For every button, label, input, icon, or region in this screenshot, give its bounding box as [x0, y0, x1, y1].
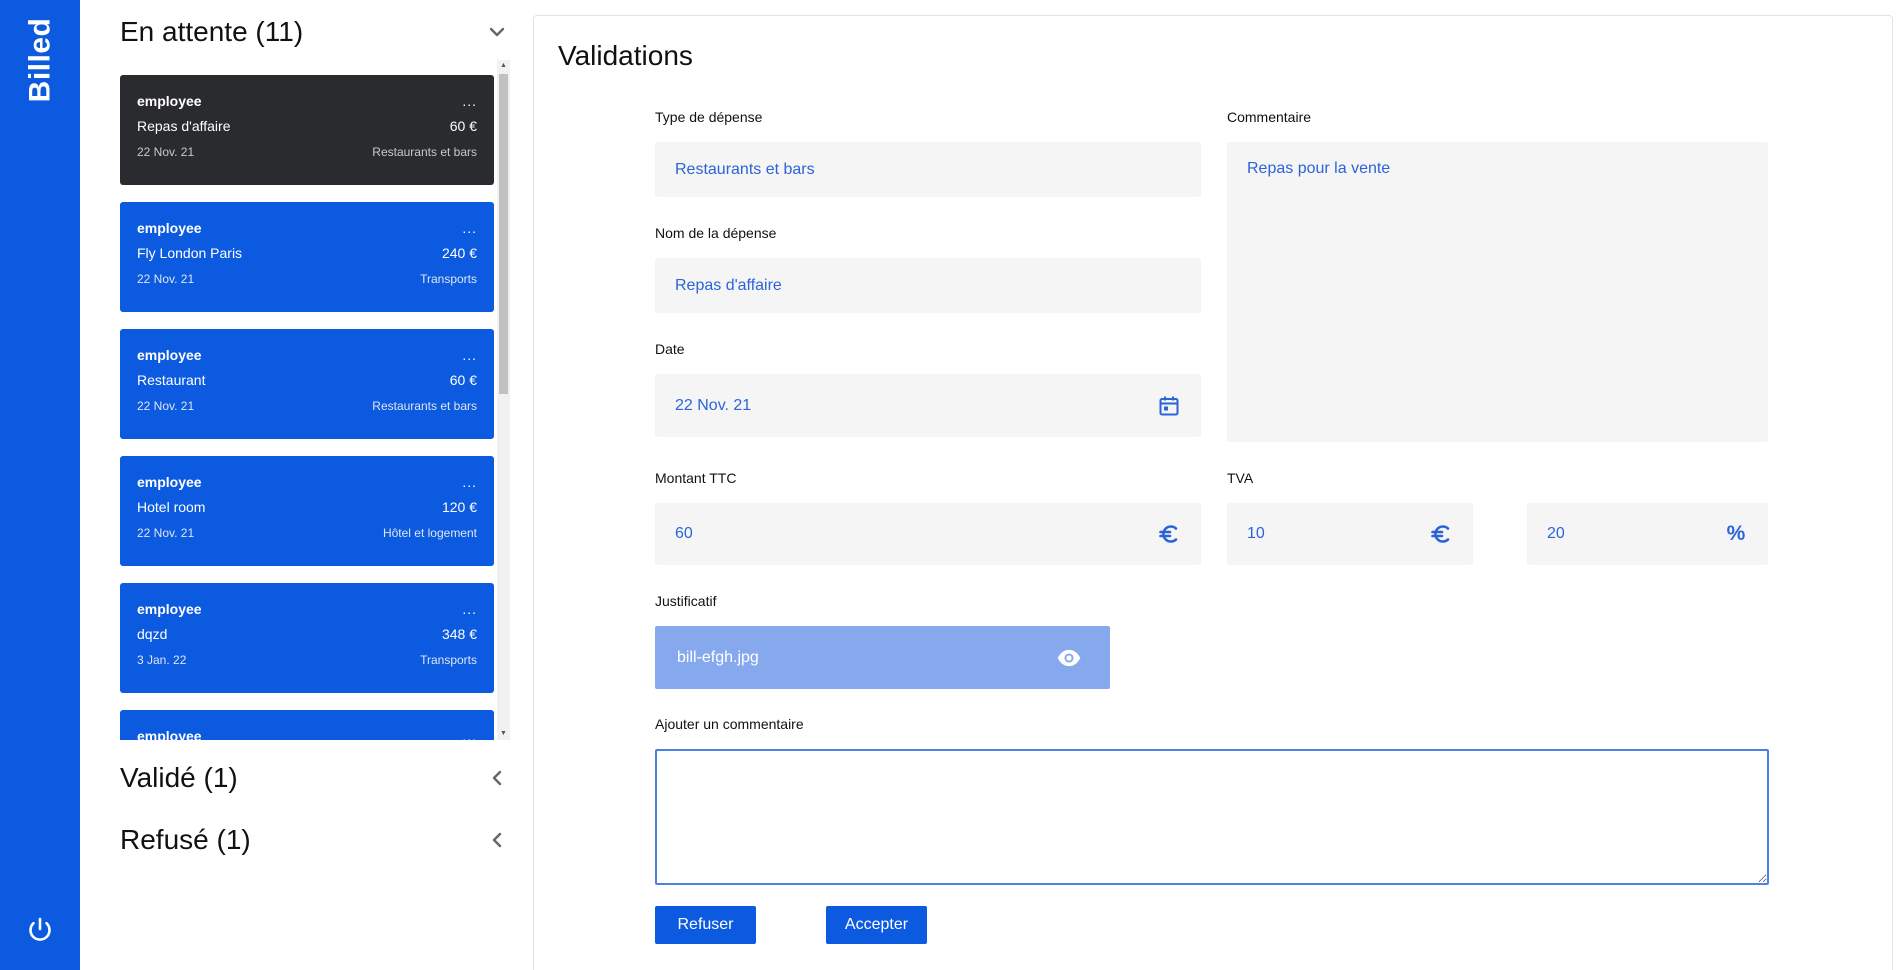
bill-date: 22 Nov. 21	[137, 399, 195, 413]
bill-card[interactable]: employee... Fly London Paris 240 € 22 Nov…	[120, 202, 494, 312]
group-title-validated: Validé (1)	[120, 762, 238, 793]
group-title-refused: Refusé (1)	[120, 824, 251, 855]
euro-icon	[1431, 525, 1450, 543]
type-label: Type de dépense	[655, 109, 763, 125]
vat-amount-field: 10	[1227, 503, 1473, 565]
bill-email: employee	[137, 93, 202, 109]
proof-file-button[interactable]: bill-efgh.jpg	[655, 626, 1110, 689]
scrollbar-thumb[interactable]	[499, 74, 508, 394]
bill-more: ...	[462, 347, 477, 363]
proof-file-name: bill-efgh.jpg	[677, 648, 759, 666]
bill-date: 22 Nov. 21	[137, 526, 195, 540]
amount-label: Montant TTC	[655, 470, 737, 486]
date-field: 22 Nov. 21	[655, 374, 1201, 437]
date-label: Date	[655, 341, 685, 357]
app-root: Billed En attente (11) employee... Repas…	[0, 0, 1899, 970]
bill-email: employee	[137, 728, 202, 740]
bill-date: 22 Nov. 21	[137, 272, 195, 286]
type-value: Restaurants et bars	[675, 160, 815, 178]
bill-type: Transports	[420, 272, 477, 286]
bill-card[interactable]: employee...	[120, 710, 494, 740]
bill-more: ...	[462, 601, 477, 617]
type-field: Restaurants et bars	[655, 142, 1201, 197]
euro-icon	[1159, 525, 1178, 543]
bill-amount: 120 €	[441, 499, 477, 515]
bill-email: employee	[137, 347, 202, 363]
bill-card[interactable]: employee... Hotel room 120 € 22 Nov. 21 Hô…	[120, 456, 494, 566]
vat-label: TVA	[1227, 470, 1254, 486]
bill-email: employee	[137, 220, 202, 236]
logout-icon[interactable]	[25, 915, 55, 945]
vertical-navbar: Billed	[0, 0, 80, 970]
group-header-refused[interactable]: Refusé (1)	[120, 820, 510, 860]
vat-amount-value: 10	[1247, 525, 1265, 542]
vat-percent-value: 20	[1547, 525, 1565, 542]
add-comment-label: Ajouter un commentaire	[655, 716, 804, 732]
scroll-up-icon[interactable]: ▲	[497, 60, 510, 72]
proof-label: Justificatif	[655, 593, 717, 609]
page-title: Validations	[558, 40, 693, 71]
comment-value: Repas pour la vente	[1247, 160, 1391, 177]
bill-amount: 60 €	[449, 372, 477, 388]
bill-name: Fly London Paris	[137, 245, 243, 261]
bill-email: employee	[137, 601, 202, 617]
bill-date: 22 Nov. 21	[137, 145, 195, 159]
group-header-pending[interactable]: En attente (11)	[120, 12, 510, 52]
name-field: Repas d'affaire	[655, 258, 1201, 313]
brand-text: Billed	[23, 17, 56, 103]
bill-email: employee	[137, 474, 202, 490]
percent-icon: %	[1726, 522, 1746, 545]
validation-panel: Validations Type de dépense Restaurants …	[533, 15, 1893, 970]
chevron-left-icon[interactable]	[486, 829, 508, 851]
bill-more: ...	[462, 728, 477, 740]
accept-button[interactable]: Accepter	[826, 906, 927, 944]
bill-card[interactable]: employee... dqzd 348 € 3 Jan. 22 Transport…	[120, 583, 494, 693]
comment-field: Repas pour la vente	[1227, 142, 1768, 442]
bill-more: ...	[462, 93, 477, 109]
amount-field: 60	[655, 503, 1201, 565]
list-scrollbar[interactable]: ▲ ▼	[497, 60, 510, 740]
bills-list-column: En attente (11) employee... Repas d'affa…	[120, 0, 510, 970]
bill-type: Restaurants et bars	[372, 399, 477, 413]
group-title-pending: En attente (11)	[120, 16, 304, 47]
group-header-validated[interactable]: Validé (1)	[120, 758, 510, 798]
bill-more: ...	[462, 474, 477, 490]
chevron-down-icon[interactable]	[486, 21, 508, 43]
name-label: Nom de la dépense	[655, 225, 777, 241]
comment-label: Commentaire	[1227, 109, 1312, 125]
bill-amount: 348 €	[441, 626, 477, 642]
bill-type: Transports	[420, 653, 477, 667]
calendar-icon	[1159, 396, 1179, 415]
bill-date: 3 Jan. 22	[137, 653, 187, 667]
scroll-down-icon[interactable]: ▼	[497, 728, 510, 740]
add-comment-input[interactable]	[655, 749, 1769, 885]
bill-name: Repas d'affaire	[137, 118, 231, 134]
amount-value: 60	[675, 525, 693, 542]
eye-icon[interactable]	[1056, 645, 1082, 671]
bill-type: Restaurants et bars	[372, 145, 477, 159]
chevron-left-icon[interactable]	[486, 767, 508, 789]
vat-percent-field: 20 %	[1527, 503, 1768, 565]
bill-type: Hôtel et logement	[382, 526, 477, 540]
bill-amount: 60 €	[449, 118, 477, 134]
name-value: Repas d'affaire	[675, 276, 782, 294]
bill-card[interactable]: employee... Restaurant 60 € 22 Nov. 21 Res…	[120, 329, 494, 439]
bill-amount: 240 €	[441, 245, 477, 261]
bill-name: Restaurant	[137, 372, 206, 388]
brand-logo: Billed	[0, 0, 80, 120]
bill-card[interactable]: employee... Repas d'affaire 60 € 22 Nov. …	[120, 75, 494, 185]
bill-name: Hotel room	[137, 499, 206, 515]
refuse-button[interactable]: Refuser	[655, 906, 756, 944]
bill-name: dqzd	[137, 626, 168, 642]
pending-bills-scroll[interactable]: employee... Repas d'affaire 60 € 22 Nov. …	[120, 60, 510, 740]
bill-more: ...	[462, 220, 477, 236]
date-value: 22 Nov. 21	[675, 396, 752, 414]
